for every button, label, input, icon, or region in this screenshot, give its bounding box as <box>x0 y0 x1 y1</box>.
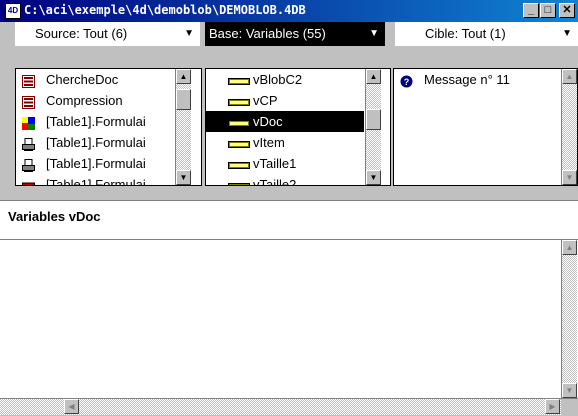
list-item-label: ChercheDoc <box>46 72 119 87</box>
list-item[interactable]: vDoc <box>206 111 364 132</box>
list-item[interactable]: [Table1].Formulai <box>16 153 174 174</box>
form-print-icon <box>22 157 35 172</box>
list-item[interactable]: ChercheDoc <box>16 69 174 90</box>
help-icon: ? <box>400 73 413 88</box>
cible-scrollbar[interactable]: ▲ ▼ <box>561 69 577 185</box>
base-list[interactable]: vBlobC2 vCP vDoc vItem vTaille1 vTaille2 ▲ ▼ <box>205 68 391 186</box>
variable-icon <box>228 157 250 170</box>
maximize-button[interactable]: □ <box>540 3 556 18</box>
cible-popup-label: Cible: Tout (1) <box>425 26 506 41</box>
scroll-thumb[interactable] <box>176 89 191 110</box>
variable-icon <box>228 178 250 185</box>
variable-icon <box>228 136 250 149</box>
scroll-down-button[interactable]: ▼ <box>176 170 191 185</box>
source-popup[interactable]: Source: Tout (6) ▼ <box>15 22 200 46</box>
list-item-label: [Table1].Formulai <box>46 156 146 171</box>
list-item[interactable]: [Table1].Formulai <box>16 132 174 153</box>
variable-icon <box>228 73 250 86</box>
scroll-corner <box>561 399 578 416</box>
list-item[interactable]: [Table1].Formulai <box>16 111 174 132</box>
list-item-label: [Table1].Formulai <box>46 177 146 186</box>
scroll-down-button[interactable]: ▼ <box>366 170 381 185</box>
chevron-down-icon: ▼ <box>184 28 194 39</box>
source-scrollbar[interactable]: ▲ ▼ <box>175 69 191 185</box>
splitter[interactable] <box>0 186 578 200</box>
list-item[interactable]: [Table1].Formulai <box>16 174 174 186</box>
editor-hscrollbar[interactable]: ◀ ▶ <box>0 398 578 416</box>
chevron-down-icon: ▼ <box>562 28 572 39</box>
scroll-down-button[interactable]: ▼ <box>562 170 577 185</box>
cible-list[interactable]: ? Message n° 11 ▲ ▼ <box>393 68 578 186</box>
form-color-icon <box>22 115 35 130</box>
list-item[interactable]: vCP <box>206 90 364 111</box>
scroll-up-button[interactable]: ▲ <box>176 69 191 84</box>
window-title: C:\aci\exemple\4d\demoblob\DEMOBLOB.4DB <box>24 3 306 17</box>
method-icon <box>22 94 35 109</box>
base-popup-label: Base: Variables (55) <box>209 26 326 41</box>
close-button[interactable]: ✕ <box>559 3 575 18</box>
list-item[interactable]: vBlobC2 <box>206 69 364 90</box>
scroll-up-button[interactable]: ▲ <box>562 240 577 255</box>
editor-vscrollbar[interactable]: ▲ ▼ <box>561 240 577 398</box>
method-icon <box>22 73 35 88</box>
list-item[interactable]: vTaille2 <box>206 174 364 186</box>
chevron-down-icon: ▼ <box>369 28 379 39</box>
list-item-label: vTaille2 <box>253 177 297 186</box>
list-item[interactable]: vTaille1 <box>206 153 364 174</box>
scroll-right-button[interactable]: ▶ <box>545 399 560 414</box>
title-bar[interactable]: 4D C:\aci\exemple\4d\demoblob\DEMOBLOB.4… <box>0 0 578 22</box>
list-item-label: [Table1].Formulai <box>46 114 146 129</box>
app-icon: 4D <box>5 3 21 19</box>
info-bar: Variables vDoc <box>0 200 578 240</box>
list-item-label: Message n° 11 <box>424 72 510 87</box>
form-red-icon <box>22 178 35 185</box>
list-item-label: [Table1].Formulai <box>46 135 146 150</box>
source-list[interactable]: ChercheDoc Compression [Table1].Formulai [T… <box>15 68 202 186</box>
list-item-label: vItem <box>253 135 285 150</box>
scroll-down-button[interactable]: ▼ <box>562 383 577 398</box>
scroll-up-button[interactable]: ▲ <box>562 69 577 84</box>
scroll-up-button[interactable]: ▲ <box>366 69 381 84</box>
list-item[interactable]: vItem <box>206 132 364 153</box>
list-item-label: vCP <box>253 93 278 108</box>
scroll-left-button[interactable]: ◀ <box>64 399 79 414</box>
list-item-label: vBlobC2 <box>253 72 303 87</box>
info-text: Variables vDoc <box>8 209 101 224</box>
variable-icon <box>228 115 250 128</box>
list-item[interactable]: ? Message n° 11 <box>394 69 560 90</box>
minimize-button[interactable]: _ <box>523 3 539 18</box>
editor-area[interactable]: ▲ ▼ ◀ ▶ <box>0 240 578 416</box>
svg-text:?: ? <box>404 77 410 87</box>
form-print-icon <box>22 136 35 151</box>
list-item-label: vDoc <box>253 114 283 129</box>
list-item-label: Compression <box>46 93 123 108</box>
base-popup[interactable]: Base: Variables (55) ▼ <box>205 22 385 46</box>
variable-icon <box>228 94 250 107</box>
base-scrollbar[interactable]: ▲ ▼ <box>365 69 381 185</box>
cible-popup[interactable]: Cible: Tout (1) ▼ <box>395 22 578 46</box>
source-popup-label: Source: Tout (6) <box>35 26 128 41</box>
list-item[interactable]: Compression <box>16 90 174 111</box>
scroll-thumb[interactable] <box>366 109 381 130</box>
list-item-label: vTaille1 <box>253 156 297 171</box>
